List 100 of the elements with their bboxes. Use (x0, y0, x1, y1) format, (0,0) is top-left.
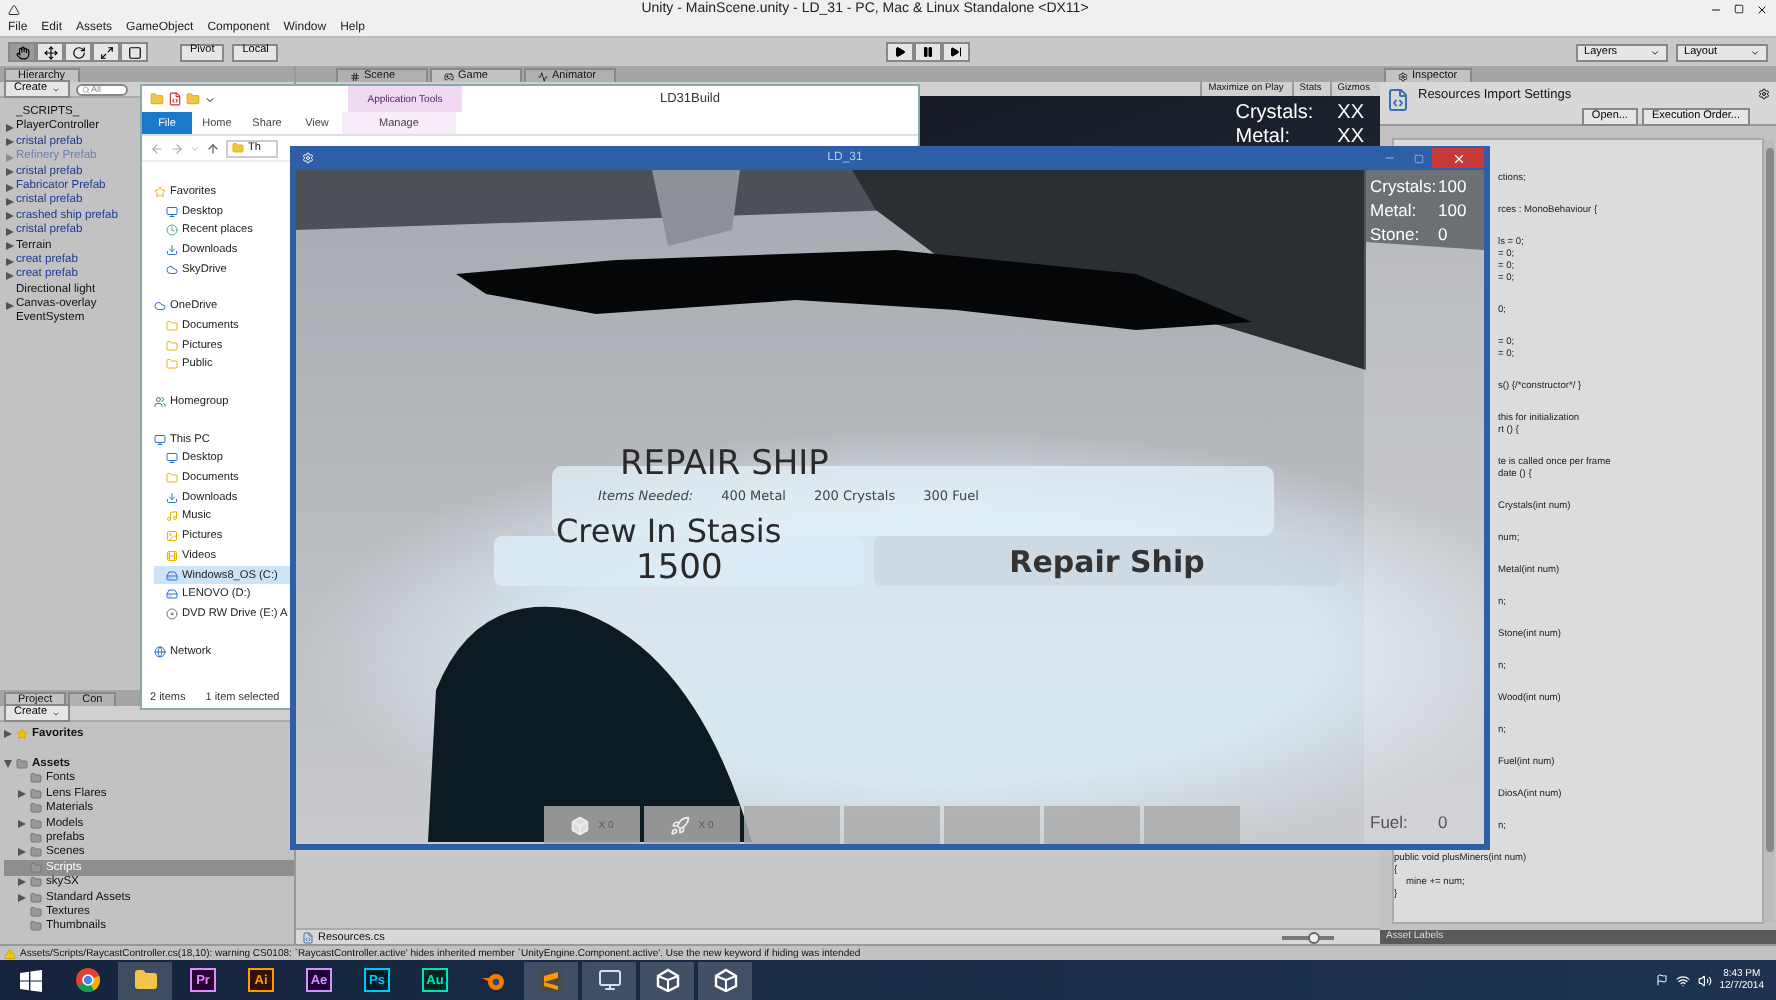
search-icon (81, 85, 90, 93)
resource-value: XX (1337, 102, 1364, 125)
downloads-icon (166, 243, 178, 256)
dropdown-icon[interactable] (204, 93, 216, 105)
taskbar-app[interactable] (582, 961, 636, 999)
script-file-icon (1386, 88, 1410, 112)
resource-value: 100 (1438, 178, 1469, 198)
flag-icon (1655, 974, 1668, 986)
taskbar-app[interactable] (118, 961, 172, 999)
desktop-icon (166, 452, 178, 465)
cloud-icon (166, 263, 178, 276)
step-icon (949, 46, 962, 58)
rocket-icon (670, 815, 691, 835)
resource-value: 0 (1438, 225, 1450, 245)
cube-icon (655, 968, 679, 992)
star-icon (16, 727, 28, 740)
folder-icon (166, 339, 178, 352)
minimize-icon[interactable] (1710, 3, 1722, 15)
recent-icon (166, 224, 178, 237)
expand-arrow-icon (4, 729, 12, 738)
pause-button[interactable] (913, 42, 942, 62)
resource-value: 0 (1438, 814, 1450, 834)
crew-value: 1500 (636, 552, 723, 586)
expand-arrow-icon (17, 848, 25, 857)
step-button[interactable] (941, 42, 970, 62)
pc-icon (154, 433, 166, 446)
tool-button[interactable] (92, 42, 120, 62)
caret-icon (1750, 47, 1761, 57)
rect-tool-icon (127, 45, 141, 59)
scene-tab-icon (350, 71, 360, 81)
network-icon (154, 645, 166, 658)
maximize-icon (1413, 153, 1423, 163)
warning-icon (4, 947, 16, 959)
settings-icon[interactable] (1758, 88, 1770, 100)
favorites-icon (154, 185, 166, 198)
resource-label: Fuel: (1370, 814, 1410, 834)
editor-icon (540, 969, 562, 991)
resource-label: Crystals: (1235, 102, 1314, 125)
repair-ship-button[interactable]: Repair Ship (874, 536, 1340, 586)
browser-icon (75, 968, 99, 992)
move-tool-icon (43, 45, 57, 59)
play-icon (893, 46, 906, 58)
drive-icon (166, 569, 178, 582)
pause-icon (921, 46, 934, 58)
resource-label: Metal: (1370, 201, 1419, 222)
app-icon (302, 152, 314, 164)
folder-icon (166, 358, 178, 371)
app-icon (8, 3, 20, 15)
folder-icon (133, 968, 157, 992)
resource-value: 100 (1438, 201, 1469, 222)
cube-icon (713, 968, 737, 992)
folder-icon (166, 472, 178, 485)
resource-label: Crystals: (1370, 178, 1438, 198)
taskbar-app[interactable] (698, 961, 752, 999)
slider-handle[interactable] (1307, 931, 1320, 943)
expand-arrow-icon (17, 789, 25, 798)
videos-icon (166, 549, 178, 562)
downloads-icon (166, 491, 178, 504)
tool-button[interactable] (120, 42, 148, 62)
resource-label: Metal: (1235, 125, 1292, 148)
taskbar-app[interactable] (640, 961, 694, 999)
taskbar-app[interactable] (524, 961, 578, 999)
expand-arrow-icon (17, 819, 25, 828)
resource-label: Stone: (1370, 225, 1422, 245)
folder-icon (232, 142, 244, 154)
animator-tab-icon (538, 71, 548, 81)
volume-icon (1697, 973, 1712, 987)
gear-icon (1398, 71, 1408, 81)
caret-icon (1650, 47, 1661, 57)
close-icon (1451, 151, 1465, 165)
minimize-icon (1384, 152, 1396, 164)
desktop-icon (166, 205, 178, 218)
tool-button[interactable] (36, 42, 64, 62)
wifi-icon (1675, 973, 1690, 987)
tool-button[interactable] (8, 42, 36, 62)
game-tab-icon (444, 71, 454, 81)
play-button[interactable] (885, 42, 914, 62)
collapse-arrow-icon (4, 760, 12, 769)
folder-icon (166, 319, 178, 332)
expand-arrow-icon (5, 301, 13, 310)
blender-icon (481, 969, 505, 991)
rotate-tool-icon (71, 45, 85, 59)
dvd-icon (166, 607, 178, 620)
resource-value: XX (1337, 125, 1364, 148)
hand-tool-icon (15, 45, 29, 59)
up-icon[interactable] (206, 141, 220, 155)
maximize-icon[interactable] (1734, 4, 1744, 14)
script-file-icon (302, 931, 314, 943)
music-icon (166, 510, 178, 523)
monitor-icon (597, 968, 621, 992)
close-icon[interactable] (1756, 3, 1768, 15)
drive-icon (166, 588, 178, 601)
panel-title: REPAIR SHIP (620, 448, 829, 482)
cloud-icon (154, 300, 166, 313)
folder-icon (150, 92, 164, 106)
tool-button[interactable] (64, 42, 92, 62)
homegroup-icon (154, 396, 166, 409)
scale-tool-icon (99, 45, 113, 59)
windows-logo-icon (19, 969, 41, 991)
crew-label: Crew In Stasis (556, 516, 782, 548)
